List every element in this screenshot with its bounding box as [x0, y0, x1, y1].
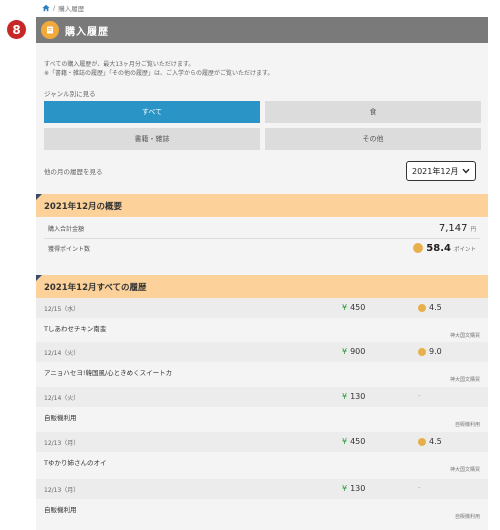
history-points-value: -	[418, 392, 421, 400]
point-coin-icon	[418, 303, 426, 312]
history-date: 12/15（水）	[44, 306, 80, 313]
point-coin-icon	[418, 347, 426, 356]
history-price-value: 450	[350, 303, 366, 312]
breadcrumb-current: 購入履歴	[58, 5, 85, 13]
other-month-label: 他の月の履歴を見る	[44, 168, 103, 176]
genre-tab-food[interactable]: 食	[265, 101, 481, 123]
history-row[interactable]: 12/15（水） ¥ 450 4.5 Tしあわせチキン南蛮 神大国文購買	[36, 298, 488, 342]
summary-title: 2021年12月の概要	[44, 201, 122, 212]
history-points: 4.5	[418, 303, 442, 312]
yen-icon: ¥	[342, 347, 348, 356]
note-line-1: すべての購入履歴が、最大13ヶ月分ご覧いただけます。	[44, 61, 195, 68]
history-date: 12/14（火）	[44, 350, 80, 357]
history-points: 4.5	[418, 437, 442, 446]
history-item-name: 自販機利用	[44, 506, 77, 514]
history-points-value: -	[418, 484, 421, 492]
month-select-value: 2021年12月	[412, 166, 459, 176]
page-header: 購入履歴	[36, 17, 488, 43]
section-corner-mark	[36, 194, 42, 200]
history-store: 神大国文購買	[449, 377, 480, 383]
total-value: 7,147	[438, 222, 468, 234]
history-section-header: 2021年12月すべての履歴	[36, 275, 488, 298]
history-price: ¥ 900	[342, 347, 365, 356]
point-coin-icon	[418, 437, 426, 446]
history-row[interactable]: 12/13（月） ¥ 130 - 自販機利用 自販機利用	[36, 479, 488, 523]
history-price: ¥ 130	[342, 392, 365, 401]
yen-icon: ¥	[342, 392, 348, 401]
history-points-value: 4.5	[429, 437, 442, 446]
history-points-value: 4.5	[429, 303, 442, 312]
history-price-value: 130	[350, 484, 366, 493]
history-points-value: 9.0	[429, 347, 442, 356]
history-store: 神大国文購買	[449, 467, 480, 473]
history-date: 12/13（月）	[44, 440, 80, 447]
genre-filter-label: ジャンル別に見る	[44, 90, 96, 98]
note-line-2: ※「書籍・雑誌の履歴」「その他の履歴」は、ご入学からの履歴がご覧いただけます。	[44, 70, 274, 77]
summary-section-header: 2021年12月の概要	[36, 194, 488, 217]
breadcrumb-separator: /	[53, 4, 56, 12]
history-points: 9.0	[418, 347, 442, 356]
history-item-name: アニョハセヨ!韓国風/心ときめくスイートカ	[44, 369, 173, 377]
home-icon[interactable]	[42, 4, 50, 12]
history-store: 自販機利用	[454, 514, 480, 520]
summary-total-row: 購入合計金額 7,147 円	[44, 218, 480, 238]
history-store: 自販機利用	[454, 422, 480, 428]
history-price: ¥ 450	[342, 303, 365, 312]
history-price: ¥ 450	[342, 437, 365, 446]
genre-tab-other[interactable]: その他	[265, 128, 481, 150]
total-unit: 円	[470, 226, 476, 233]
yen-icon: ¥	[342, 437, 348, 446]
yen-icon: ¥	[342, 303, 348, 312]
history-item-name: Tゆかり姉さんのオイ	[44, 459, 107, 467]
history-date: 12/14（火）	[44, 395, 80, 402]
history-store: 神大国文購買	[449, 333, 480, 339]
receipt-icon	[41, 21, 59, 39]
history-date: 12/13（月）	[44, 487, 80, 494]
genre-tab-books[interactable]: 書籍・雑誌	[44, 128, 260, 150]
history-price-value: 450	[350, 437, 366, 446]
history-item-name: Tしあわせチキン南蛮	[44, 325, 107, 333]
points-label: 獲得ポイント数	[48, 245, 91, 253]
points-unit: ポイント	[453, 246, 476, 253]
points-value: 58.4	[426, 242, 451, 254]
history-price-value: 130	[350, 392, 366, 401]
yen-icon: ¥	[342, 484, 348, 493]
history-price: ¥ 130	[342, 484, 365, 493]
step-number-badge: 8	[7, 20, 26, 39]
page-title: 購入履歴	[65, 26, 109, 38]
summary-points-row: 獲得ポイント数 58.4 ポイント	[44, 238, 480, 258]
history-price-value: 900	[350, 347, 366, 356]
history-row[interactable]: 12/14（火） ¥ 900 9.0 アニョハセヨ!韓国風/心ときめくスイートカ…	[36, 342, 488, 386]
section-corner-mark	[36, 275, 42, 281]
point-coin-icon	[413, 243, 424, 253]
history-row[interactable]: 12/14（火） ¥ 130 - 自販機利用 自販機利用	[36, 387, 488, 431]
history-item-name: 自販機利用	[44, 414, 77, 422]
history-title: 2021年12月すべての履歴	[44, 282, 147, 293]
history-row[interactable]: 12/13（月） ¥ 450 4.5 Tゆかり姉さんのオイ 神大国文購買	[36, 432, 488, 476]
month-select[interactable]: 2021年12月	[406, 161, 476, 181]
genre-tab-all[interactable]: すべて	[44, 101, 260, 123]
total-label: 購入合計金額	[48, 225, 85, 233]
breadcrumb: / 購入履歴	[42, 2, 84, 14]
chevron-down-icon	[462, 168, 470, 174]
